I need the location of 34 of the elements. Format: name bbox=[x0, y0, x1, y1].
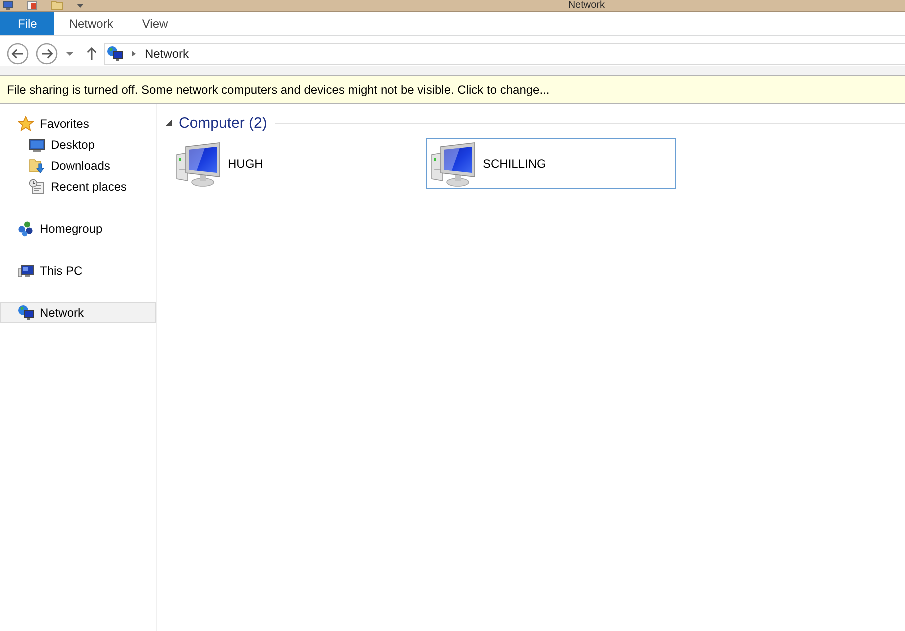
sidebar-item[interactable]: Downloads bbox=[0, 155, 156, 176]
homegroup-icon bbox=[18, 220, 34, 236]
up-arrow-icon[interactable] bbox=[87, 47, 97, 60]
caret-icon[interactable] bbox=[66, 52, 74, 56]
computer-icon[interactable] bbox=[3, 1, 13, 10]
triangle-icon[interactable] bbox=[166, 120, 172, 126]
breadcrumb-item[interactable]: Network bbox=[145, 47, 190, 61]
document-icon[interactable] bbox=[27, 1, 37, 10]
caret-icon[interactable] bbox=[77, 4, 84, 8]
sidebar-item[interactable]: Homegroup bbox=[0, 218, 156, 239]
chevron-icon[interactable] bbox=[132, 51, 136, 57]
forward-icon[interactable] bbox=[36, 43, 58, 65]
sidebar-item[interactable]: Network bbox=[0, 302, 156, 323]
back-icon[interactable] bbox=[7, 43, 29, 65]
network-icon bbox=[107, 46, 123, 62]
sidebar-item[interactable]: Favorites bbox=[0, 113, 156, 134]
address-bar[interactable]: Network bbox=[104, 43, 905, 65]
window-title: Network bbox=[568, 0, 605, 11]
ribbon-tab[interactable]: File bbox=[0, 12, 54, 35]
network-icon bbox=[18, 304, 34, 320]
download-folder-icon bbox=[29, 158, 45, 174]
computer-icon bbox=[18, 262, 34, 278]
computer-item[interactable]: SCHILLING bbox=[426, 138, 676, 189]
computer-item[interactable]: HUGH bbox=[171, 138, 421, 189]
sidebar-item[interactable]: This PC bbox=[0, 260, 156, 281]
desktop-icon bbox=[29, 136, 45, 152]
star-icon bbox=[18, 116, 34, 132]
recent-places-icon bbox=[29, 178, 45, 194]
sidebar-item[interactable]: Recent places bbox=[0, 176, 156, 197]
computer-icon bbox=[175, 140, 223, 188]
group-title: Computer (2) bbox=[179, 114, 268, 132]
info-bar[interactable]: File sharing is turned off. Some network computers and devices might not be visible. Click to change... bbox=[0, 75, 905, 104]
computer-icon bbox=[430, 140, 478, 188]
sidebar-item[interactable]: Desktop bbox=[0, 134, 156, 155]
